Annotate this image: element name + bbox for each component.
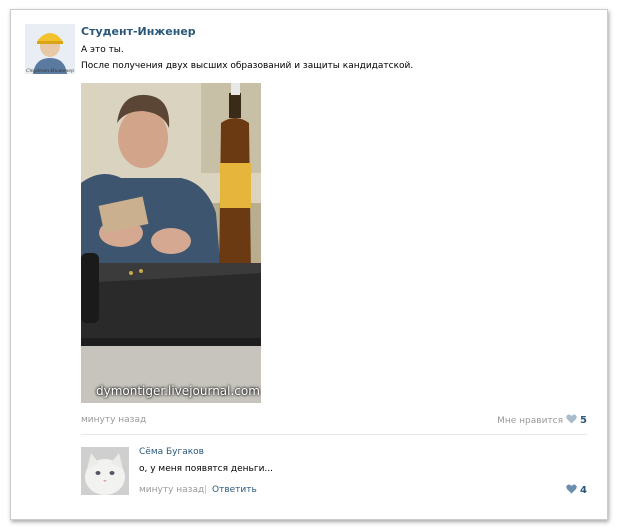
comment-timestamp[interactable]: минуту назад — [139, 485, 204, 495]
post-photo[interactable]: dymontiger.livejournal.com — [81, 83, 261, 403]
photo-illustration — [81, 83, 261, 403]
post-like-button[interactable]: Мне нравится 5 — [497, 414, 587, 427]
author-avatar[interactable]: Студент-Инженер — [25, 24, 75, 74]
avatar-caption: Студент-Инженер — [26, 68, 74, 74]
heart-icon — [566, 484, 577, 497]
comments-divider — [81, 434, 587, 435]
heart-icon — [566, 414, 577, 427]
comment-reply-link[interactable]: Ответить — [212, 485, 257, 495]
comment-author-link[interactable]: Сёма Бугаков — [139, 447, 204, 457]
like-label: Мне нравится — [497, 415, 564, 426]
post-like-count: 5 — [580, 415, 587, 426]
post-author-link[interactable]: Студент-Инженер — [81, 25, 196, 38]
photo-watermark: dymontiger.livejournal.com — [96, 384, 260, 398]
cat-avatar-illustration — [81, 447, 129, 495]
avatar-illustration: Студент-Инженер — [25, 24, 75, 74]
comment-author-avatar[interactable] — [81, 447, 129, 495]
comment-like-button[interactable]: 4 — [566, 484, 587, 497]
post-card: Студент-Инженер Студент-Инженер А это ты… — [10, 9, 608, 520]
post-timestamp[interactable]: минуту назад — [81, 415, 146, 425]
post-text-line-1: А это ты. — [81, 45, 124, 55]
comment-meta-separator: | — [204, 485, 208, 495]
comment-like-count: 4 — [580, 485, 587, 496]
post-text-line-2: После получения двух высших образований … — [81, 61, 414, 71]
comment-text: о, у меня появятся деньги... — [139, 464, 273, 474]
